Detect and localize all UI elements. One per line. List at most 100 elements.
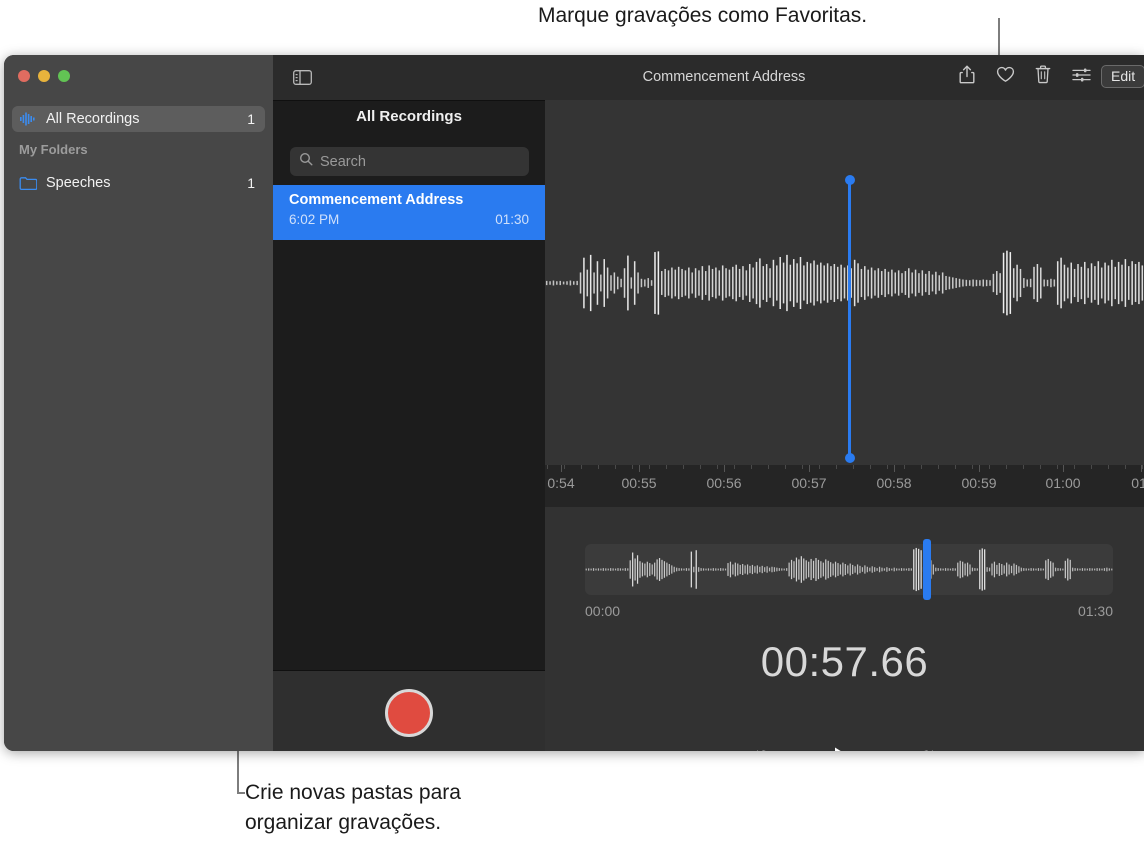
ruler-tick-minor xyxy=(632,465,633,469)
ruler-tick-minor xyxy=(1040,465,1041,469)
ruler-tick-minor xyxy=(768,465,769,469)
ruler-tick-minor xyxy=(1006,465,1007,469)
list-bottom-bar xyxy=(273,670,545,751)
ruler-label: 01:00 xyxy=(1045,475,1081,491)
ruler-tick-minor xyxy=(1057,465,1058,469)
list-title: All Recordings xyxy=(356,108,462,125)
close-button[interactable] xyxy=(18,70,30,82)
screenshot-root: Marque gravações como Favoritas. Crie no… xyxy=(0,0,1144,851)
ruler-tick-minor xyxy=(785,465,786,469)
ruler-tick-minor xyxy=(1125,465,1126,469)
ruler-tick-major xyxy=(724,465,725,472)
ruler-label: 01: xyxy=(1131,475,1144,491)
ruler-tick-minor xyxy=(700,465,701,469)
settings-button[interactable] xyxy=(1068,65,1094,89)
sidebar-item-count: 1 xyxy=(247,111,255,127)
voice-memos-window: All Recordings 1 My Folders Speeches 1 A… xyxy=(4,55,1144,751)
sidebar-item-label: Speeches xyxy=(46,175,111,191)
callout-folders-line1: Crie novas pastas para xyxy=(245,781,461,804)
ruler-tick-major xyxy=(979,465,980,472)
ruler-tick-major xyxy=(561,465,562,472)
zoom-button[interactable] xyxy=(58,70,70,82)
ruler-tick-minor xyxy=(547,465,548,469)
callout-folders-line2: organizar gravações. xyxy=(245,811,442,834)
ruler-tick-minor xyxy=(581,465,582,469)
minimize-button[interactable] xyxy=(38,70,50,82)
waveform-detail-area[interactable] xyxy=(545,100,1144,465)
transport-controls: 15 xyxy=(545,741,1144,751)
ruler-tick-minor xyxy=(1142,465,1143,469)
window-controls xyxy=(18,70,70,82)
play-button[interactable] xyxy=(823,741,867,751)
recording-duration: 01:30 xyxy=(495,212,529,227)
ruler-tick-minor xyxy=(717,465,718,469)
trash-icon xyxy=(1035,65,1051,89)
ruler-label: 00:57 xyxy=(791,475,827,491)
overview-start-time: 00:00 xyxy=(585,603,621,619)
overview-waveform[interactable] xyxy=(585,539,1113,600)
search-input[interactable]: Search xyxy=(290,147,529,176)
ruler-tick-minor xyxy=(649,465,650,469)
ruler-tick-minor xyxy=(836,465,837,469)
sidebar-item-all-recordings[interactable]: All Recordings 1 xyxy=(12,106,265,132)
skip-forward-15-icon: 15 xyxy=(913,747,941,751)
overview-playhead[interactable] xyxy=(923,539,931,600)
timeline-ruler[interactable]: 0:54 00:55 00:56 00:57 00:58 00:59 01:00 01: xyxy=(545,465,1144,507)
record-button[interactable] xyxy=(385,689,433,737)
share-button[interactable] xyxy=(954,65,980,89)
sidebar-item-speeches[interactable]: Speeches 1 xyxy=(12,170,265,196)
toolbar-title: Commencement Address xyxy=(642,69,806,85)
ruler-tick-minor xyxy=(887,465,888,469)
skip-back-15-icon: 15 xyxy=(749,747,777,751)
ruler-tick-minor xyxy=(734,465,735,469)
ruler-label: 00:55 xyxy=(621,475,657,491)
ruler-tick-major xyxy=(1141,465,1142,472)
ruler-tick-minor xyxy=(1074,465,1075,469)
callout-favorites-text: Marque gravações como Favoritas. xyxy=(538,4,868,27)
detail-panel: Commencement Address Edit 0:54 00:55 00:… xyxy=(292,55,1144,751)
toolbar: Commencement Address Edit xyxy=(292,55,1144,101)
ruler-tick-minor xyxy=(972,465,973,469)
sidebar-section-header: My Folders xyxy=(19,142,88,157)
ruler-label: 00:58 xyxy=(876,475,912,491)
ruler-tick-minor xyxy=(1108,465,1109,469)
recording-time: 6:02 PM xyxy=(289,212,340,227)
sliders-icon xyxy=(1071,67,1091,88)
ruler-tick-minor xyxy=(853,465,854,469)
playhead-handle-top[interactable] xyxy=(844,175,855,185)
ruler-tick-minor xyxy=(904,465,905,469)
skip-back-15-button[interactable]: 15 xyxy=(741,741,785,751)
ruler-label: 00:56 xyxy=(706,475,742,491)
ruler-tick-minor xyxy=(751,465,752,469)
ruler-tick-minor xyxy=(1091,465,1092,469)
callout-favorites-leader-line xyxy=(998,18,1000,58)
ruler-tick-minor xyxy=(598,465,599,469)
play-icon xyxy=(828,744,862,751)
ruler-label: 00:59 xyxy=(961,475,997,491)
skip-forward-15-button[interactable]: 15 xyxy=(905,741,949,751)
sidebar-item-count: 1 xyxy=(247,175,255,191)
playhead-handle-bottom[interactable] xyxy=(844,453,855,463)
waveform-detail xyxy=(545,250,1144,316)
ruler-tick-minor xyxy=(1023,465,1024,469)
edit-button[interactable]: Edit xyxy=(1101,65,1144,88)
ruler-tick-minor xyxy=(666,465,667,469)
ruler-tick-minor xyxy=(615,465,616,469)
folder-icon xyxy=(18,174,38,192)
sidebar-item-label: All Recordings xyxy=(46,111,140,127)
current-time-display: 00:57.66 xyxy=(760,638,929,685)
callout-folders-text: Crie novas pastas para organizar gravaçõe… xyxy=(245,778,461,838)
ruler-tick-minor xyxy=(938,465,939,469)
list-item[interactable]: Commencement Address 6:02 PM 01:30 xyxy=(273,185,545,240)
sidebar: All Recordings 1 My Folders Speeches 1 xyxy=(4,55,273,751)
share-icon xyxy=(959,65,975,89)
favorite-button[interactable] xyxy=(992,65,1018,89)
ruler-tick-minor xyxy=(683,465,684,469)
delete-button[interactable] xyxy=(1030,65,1056,89)
ruler-tick-minor xyxy=(921,465,922,469)
search-icon xyxy=(299,152,313,171)
ruler-tick-major xyxy=(639,465,640,472)
playhead[interactable] xyxy=(844,175,855,463)
overview-end-time: 01:30 xyxy=(1077,603,1113,619)
recording-title: Commencement Address xyxy=(289,192,464,208)
